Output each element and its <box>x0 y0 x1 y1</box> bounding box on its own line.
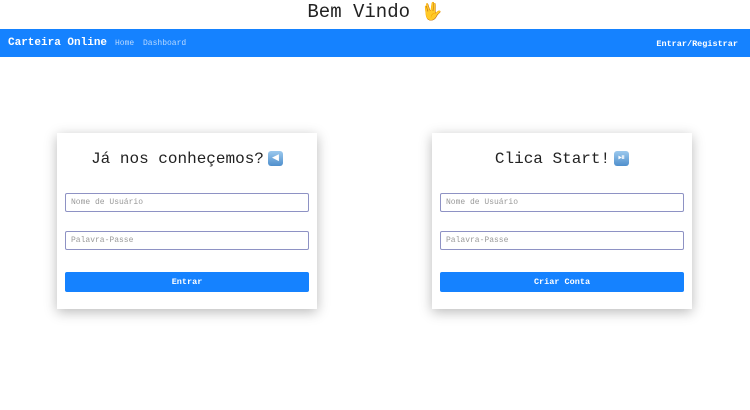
login-card-title: Já nos conheçemos? ◀ <box>57 149 317 169</box>
register-title-text: Clica Start! <box>494 150 611 168</box>
register-username-input[interactable] <box>440 193 684 212</box>
nav-dashboard-link[interactable]: Dashboard <box>143 39 186 48</box>
create-account-button[interactable]: Criar Conta <box>440 272 684 292</box>
brand-link[interactable]: Carteira Online <box>8 37 107 49</box>
nav-home-link[interactable]: Home <box>115 39 134 48</box>
login-username-input[interactable] <box>65 193 309 212</box>
reverse-button-icon: ◀ <box>267 151 283 167</box>
play-pause-icon: ⏯ <box>614 151 630 167</box>
register-password-input[interactable] <box>440 231 684 250</box>
login-title-text: Já nos conheçemos? <box>91 150 264 168</box>
vulcan-hand-icon: 🖖 <box>421 2 443 22</box>
login-card: Já nos conheçemos?◀ Entrar <box>57 133 317 309</box>
welcome-heading: Bem Vindo 🖖 <box>0 0 750 29</box>
register-card-title: Clica Start! ⏯ <box>432 149 692 169</box>
register-card: Clica Start!⏯ Criar Conta <box>432 133 692 309</box>
login-register-link[interactable]: Entrar/Registrar <box>656 39 738 49</box>
login-password-input[interactable] <box>65 231 309 250</box>
navbar: Carteira Online Home Dashboard Entrar/Re… <box>0 29 750 57</box>
welcome-title: Bem Vindo <box>307 1 411 23</box>
login-button[interactable]: Entrar <box>65 272 309 292</box>
